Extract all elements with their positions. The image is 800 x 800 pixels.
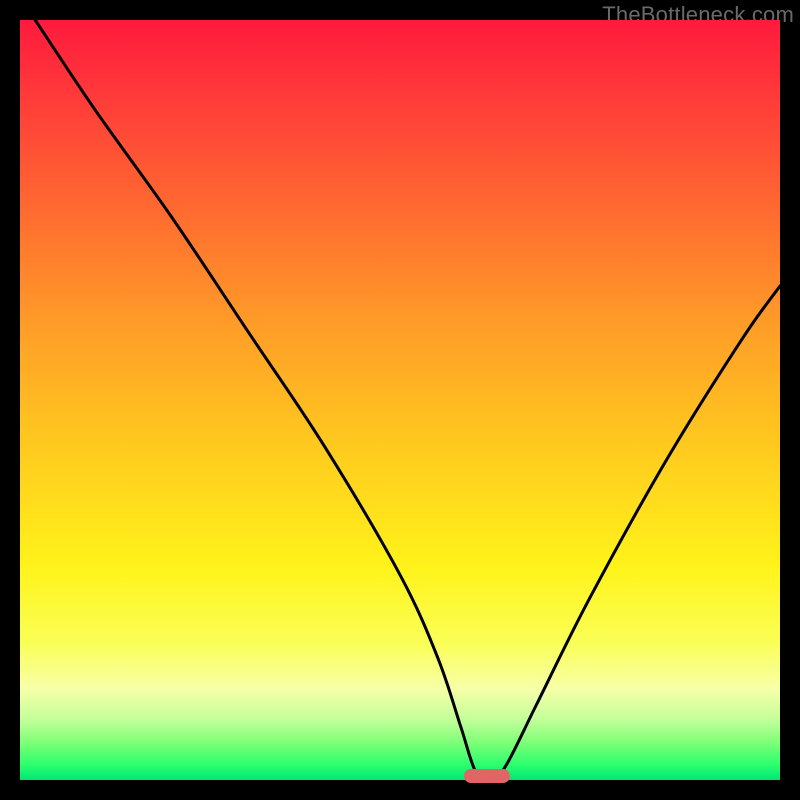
plot-area <box>20 20 780 780</box>
optimum-marker <box>464 769 510 783</box>
chart-container: TheBottleneck.com <box>0 0 800 800</box>
bottleneck-curve <box>20 20 780 780</box>
